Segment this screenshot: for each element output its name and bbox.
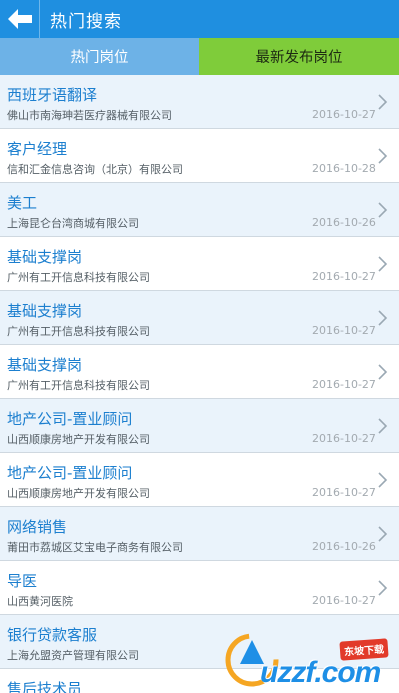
- top-bar: 热门搜索: [0, 0, 399, 38]
- job-date: 2016-10-27: [312, 594, 376, 607]
- job-title: 地产公司-置业顾问: [7, 464, 133, 482]
- job-company: 广州有工开信息科技有限公司: [7, 271, 150, 284]
- job-row[interactable]: 客户经理 信和汇金信息咨询（北京）有限公司 2016-10-28: [0, 129, 399, 183]
- job-title: 西班牙语翻译: [7, 86, 98, 104]
- job-row[interactable]: 基础支撑岗 广州有工开信息科技有限公司 2016-10-27: [0, 345, 399, 399]
- job-date: 2016-10-26: [312, 216, 376, 229]
- job-company: 广州有工开信息科技有限公司: [7, 379, 150, 392]
- watermark-text: uzzf.com: [260, 656, 381, 689]
- job-title: 美工: [7, 194, 38, 212]
- job-company: 山西顺康房地产开发有限公司: [7, 433, 150, 446]
- job-date: 2016-10-28: [312, 162, 376, 175]
- chevron-right-icon: [378, 364, 388, 380]
- job-company: 广州有工开信息科技有限公司: [7, 325, 150, 338]
- tab-bar: 热门岗位 最新发布岗位: [0, 38, 399, 75]
- job-date: 2016-10-27: [312, 108, 376, 121]
- back-arrow-icon: [7, 9, 32, 29]
- job-title: 导医: [7, 572, 38, 590]
- job-row[interactable]: 基础支撑岗 广州有工开信息科技有限公司 2016-10-27: [0, 237, 399, 291]
- job-company: 信和汇金信息咨询（北京）有限公司: [7, 163, 183, 176]
- job-title: 基础支撑岗: [7, 302, 83, 320]
- job-row[interactable]: 网络销售 莆田市荔城区艾宝电子商务有限公司 2016-10-26: [0, 507, 399, 561]
- job-company: 山西黄河医院: [7, 595, 73, 608]
- chevron-right-icon: [378, 580, 388, 596]
- back-button[interactable]: [0, 0, 40, 38]
- job-date: 2016-10-27: [312, 324, 376, 337]
- job-row[interactable]: 地产公司-置业顾问 山西顺康房地产开发有限公司 2016-10-27: [0, 399, 399, 453]
- job-title: 银行贷款客服: [7, 626, 98, 644]
- job-company: 佛山市南海珅若医疗器械有限公司: [7, 109, 172, 122]
- chevron-right-icon: [378, 526, 388, 542]
- job-title: 地产公司-置业顾问: [7, 410, 133, 428]
- job-company: 上海昆仑台湾商城有限公司: [7, 217, 139, 230]
- chevron-right-icon: [378, 418, 388, 434]
- job-title: 网络销售: [7, 518, 68, 536]
- job-date: 2016-10-27: [312, 432, 376, 445]
- watermark-badge: 东坡下载: [339, 638, 389, 661]
- chevron-right-icon: [378, 148, 388, 164]
- job-row[interactable]: 基础支撑岗 广州有工开信息科技有限公司 2016-10-27: [0, 291, 399, 345]
- site-watermark: uzzf.com 东坡下载: [222, 626, 399, 693]
- job-title: 客户经理: [7, 140, 68, 158]
- job-row[interactable]: 地产公司-置业顾问 山西顺康房地产开发有限公司 2016-10-27: [0, 453, 399, 507]
- job-date: 2016-10-27: [312, 486, 376, 499]
- app-screen: 热门搜索 热门岗位 最新发布岗位 西班牙语翻译 佛山市南海珅若医疗器械有限公司 …: [0, 0, 399, 693]
- chevron-right-icon: [378, 202, 388, 218]
- chevron-right-icon: [378, 310, 388, 326]
- job-company: 上海允盟资产管理有限公司: [7, 649, 139, 662]
- page-title: 热门搜索: [50, 11, 122, 32]
- tab-hot-jobs[interactable]: 热门岗位: [0, 38, 199, 75]
- chevron-right-icon: [378, 94, 388, 110]
- job-date: 2016-10-27: [312, 270, 376, 283]
- job-title: 基础支撑岗: [7, 356, 83, 374]
- tab-latest-jobs[interactable]: 最新发布岗位: [199, 38, 399, 75]
- job-company: 山西顺康房地产开发有限公司: [7, 487, 150, 500]
- job-row[interactable]: 西班牙语翻译 佛山市南海珅若医疗器械有限公司 2016-10-27: [0, 75, 399, 129]
- job-title: 售后技术员: [7, 680, 83, 693]
- job-date: 2016-10-26: [312, 540, 376, 553]
- job-row[interactable]: 美工 上海昆仑台湾商城有限公司 2016-10-26: [0, 183, 399, 237]
- job-title: 基础支撑岗: [7, 248, 83, 266]
- job-company: 莆田市荔城区艾宝电子商务有限公司: [7, 541, 183, 554]
- chevron-right-icon: [378, 472, 388, 488]
- job-date: 2016-10-27: [312, 378, 376, 391]
- job-list: 西班牙语翻译 佛山市南海珅若医疗器械有限公司 2016-10-27 客户经理 信…: [0, 75, 399, 693]
- chevron-right-icon: [378, 256, 388, 272]
- job-row[interactable]: 导医 山西黄河医院 2016-10-27: [0, 561, 399, 615]
